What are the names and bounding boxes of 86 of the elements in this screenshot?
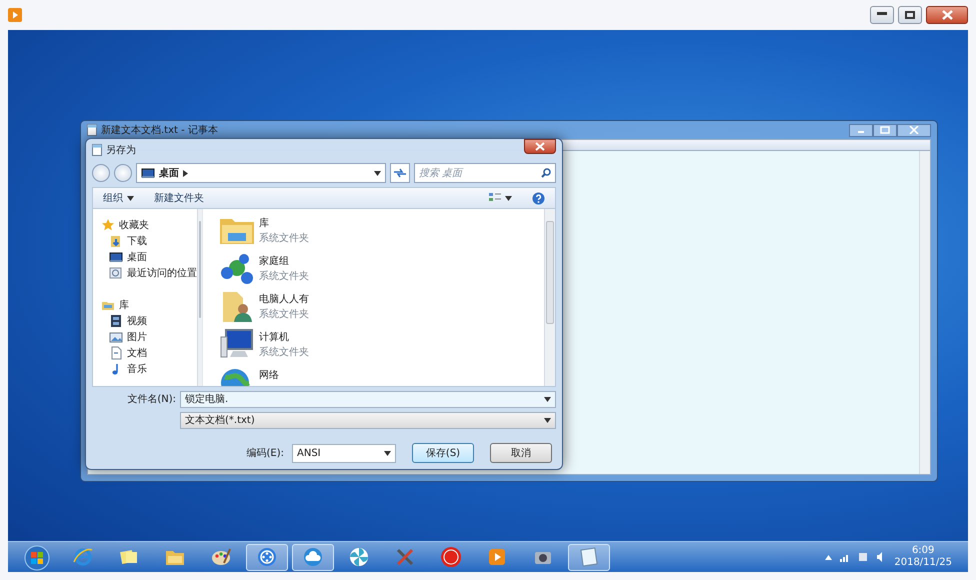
nav-item[interactable]: 桌面 — [127, 250, 147, 264]
nav-group[interactable]: 收藏夹 — [119, 218, 149, 232]
film-reel-icon — [256, 546, 278, 568]
cancel-button[interactable]: 取消 — [490, 443, 552, 463]
homegroup-icon[interactable] — [219, 251, 255, 285]
star-icon — [101, 218, 115, 232]
taskbar-button[interactable] — [568, 544, 610, 570]
caret-icon — [384, 450, 391, 456]
recent-places-icon — [109, 266, 123, 280]
caret-icon — [544, 397, 551, 402]
monitor-icon — [141, 166, 155, 180]
field-label: 编码(E): — [246, 446, 284, 460]
close-button[interactable] — [524, 139, 556, 154]
caret-icon — [505, 196, 512, 200]
browser-icon — [72, 546, 94, 568]
refresh-button[interactable] — [390, 163, 410, 183]
download-folder-icon — [109, 234, 123, 248]
scrollbar[interactable] — [544, 209, 555, 386]
close-icon — [942, 10, 952, 20]
close-icon — [535, 142, 545, 151]
field-label: 文件名(N): — [126, 392, 176, 407]
view-icon — [489, 192, 501, 204]
scrollbar[interactable] — [919, 151, 930, 474]
filename-field[interactable]: 锁定电脑. — [180, 391, 556, 408]
nav-item[interactable]: 图片 — [127, 330, 147, 344]
encoding-dropdown[interactable]: ANSI — [292, 444, 396, 462]
nav-item[interactable]: 视频 — [127, 314, 147, 328]
breadcrumb[interactable]: 桌面 — [159, 166, 179, 180]
item-type: 系统文件夹 — [259, 346, 309, 360]
search-field[interactable]: 搜索 桌面 — [414, 163, 556, 183]
item-name[interactable]: 网络 — [259, 368, 279, 383]
nav-item[interactable]: 最近访问的位置 — [127, 266, 197, 280]
nav-group[interactable]: 库 — [119, 298, 129, 312]
minimize-button[interactable] — [870, 6, 894, 24]
maximize-icon — [905, 11, 915, 19]
item-name[interactable]: 计算机 — [259, 330, 309, 345]
caret-icon — [374, 170, 381, 176]
close-icon — [909, 126, 919, 134]
film-icon — [109, 314, 123, 328]
caret-icon — [127, 196, 134, 200]
scrollbar[interactable] — [197, 209, 202, 386]
save-button[interactable]: 保存(S) — [412, 443, 474, 463]
play-icon — [486, 546, 508, 568]
back-button[interactable] — [92, 164, 110, 182]
tools-icon — [394, 546, 416, 568]
toolbar-button[interactable]: 新建文件夹 — [148, 190, 210, 206]
minimize-icon — [877, 12, 887, 15]
monitor-icon — [109, 250, 123, 264]
maximize-icon — [880, 126, 890, 134]
maximize-button[interactable] — [898, 6, 922, 24]
close-button[interactable] — [897, 124, 931, 136]
item-name[interactable]: 家庭组 — [259, 254, 309, 269]
search-icon — [541, 168, 551, 178]
forward-button[interactable] — [114, 164, 132, 182]
item-name[interactable]: 电脑人人有 — [259, 292, 309, 307]
item-name[interactable]: 库 — [259, 216, 309, 231]
cloud-icon — [302, 546, 324, 568]
address-bar[interactable]: 桌面 — [136, 163, 386, 183]
nav-item[interactable]: 下载 — [127, 234, 147, 248]
notepad-icon — [87, 124, 97, 136]
nav-item[interactable]: 音乐 — [127, 362, 147, 376]
organize-menu[interactable]: 组织 — [97, 190, 140, 206]
clock-date[interactable]: 2018/11/25 — [894, 557, 952, 569]
caret-icon — [544, 418, 551, 423]
taskbar-button[interactable] — [292, 544, 334, 570]
dialog-title: 另存为 — [106, 144, 136, 158]
signal-bars-icon[interactable] — [840, 552, 850, 562]
chess-piece-icon — [440, 546, 462, 568]
item-type: 系统文件夹 — [259, 308, 309, 322]
taskbar-button[interactable] — [246, 544, 288, 570]
picture-icon — [109, 330, 123, 344]
nav-item[interactable]: 文档 — [127, 346, 147, 360]
document-icon — [109, 346, 123, 360]
item-type: 系统文件夹 — [259, 232, 309, 246]
pinwheel-icon — [348, 546, 370, 568]
window-title: 新建文本文档.txt - 记事本 — [101, 124, 218, 138]
play-icon — [8, 8, 22, 22]
close-button[interactable] — [926, 6, 968, 24]
help-icon[interactable] — [532, 192, 545, 204]
tray-arrow-icon[interactable] — [825, 554, 832, 560]
file-type-dropdown[interactable]: 文本文档(*.txt) — [180, 412, 556, 429]
item-type: 系统文件夹 — [259, 270, 309, 284]
palette-icon — [210, 546, 232, 568]
chevron-icon — [183, 170, 188, 176]
refresh-icon — [393, 168, 407, 178]
document-icon — [92, 144, 102, 156]
